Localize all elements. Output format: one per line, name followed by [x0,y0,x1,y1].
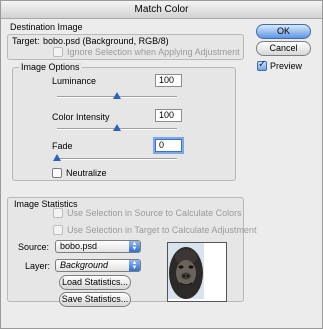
target-label: Target: [12,36,40,46]
luminance-slider-thumb-icon[interactable] [113,92,121,99]
fade-slider-thumb-icon[interactable] [53,154,61,161]
ignore-selection-checkbox[interactable] [53,47,63,57]
image-options-group [12,67,236,181]
gorilla-picture [169,247,203,299]
source-select[interactable]: bobo.psd ▲ ▼ [55,240,141,253]
target-value: bobo.psd (Background, RGB/8) [43,36,169,46]
source-label: Source: [18,242,50,252]
use-selection-source-label: Use Selection in Source to Calculate Col… [67,208,242,218]
cancel-button[interactable]: Cancel [256,41,311,56]
gorilla-image [168,243,204,299]
fade-label: Fade [52,141,73,151]
save-statistics-button[interactable]: Save Statistics... [59,292,131,307]
neutralize-checkbox[interactable] [52,168,62,178]
neutralize-label: Neutralize [66,168,107,178]
source-select-value: bobo.psd [60,241,98,251]
updown-arrows-icon: ▲ ▼ [129,241,140,252]
image-options-group-label: Image Options [19,62,82,72]
color-intensity-label: Color Intensity [52,112,110,122]
ok-button[interactable]: OK [256,24,311,39]
use-selection-source-checkbox[interactable] [53,208,63,218]
use-selection-target-checkbox[interactable] [53,225,63,235]
layer-label: Layer: [25,261,51,271]
load-statistics-button[interactable]: Load Statistics... [59,275,131,290]
layer-select-value: Background [60,260,109,270]
use-selection-target-label: Use Selection in Target to Calculate Adj… [67,225,257,235]
source-thumbnail [167,242,227,302]
updown-arrows-icon: ▲ ▼ [129,260,140,271]
window-title: Match Color [1,1,322,19]
fade-slider-track[interactable] [57,158,177,160]
color-intensity-slider-thumb-icon[interactable] [113,124,121,131]
destination-group-label: Destination Image [10,22,83,32]
color-intensity-input[interactable]: 100 [155,109,182,122]
luminance-input[interactable]: 100 [155,74,182,87]
preview-checkbox[interactable] [257,59,267,71]
match-color-dialog: Match Color Destination Image Target: bo… [0,0,323,329]
fade-input[interactable]: 0 [155,139,182,152]
preview-label: Preview [270,61,303,71]
ignore-selection-label: Ignore Selection when Applying Adjustmen… [67,47,240,57]
layer-select[interactable]: Background ▲ ▼ [55,259,141,272]
luminance-label: Luminance [52,76,97,86]
